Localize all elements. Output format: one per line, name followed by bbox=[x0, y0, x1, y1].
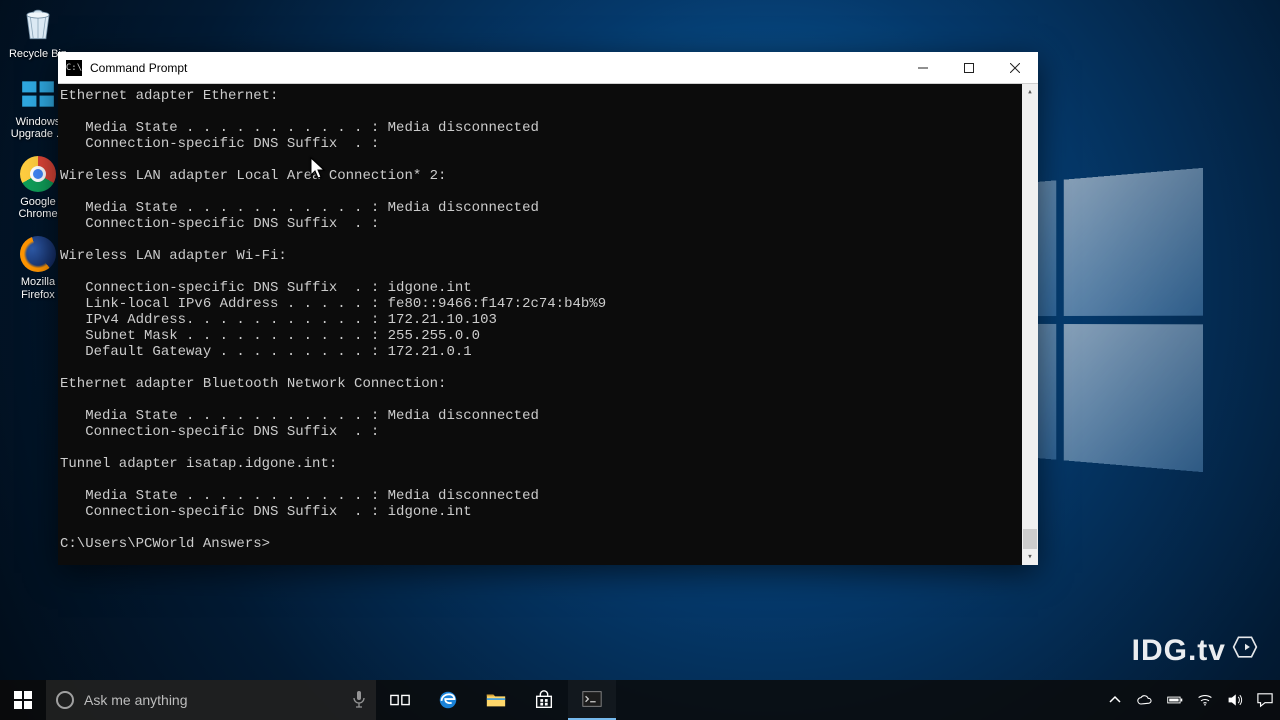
windows-upgrade-icon bbox=[18, 74, 58, 114]
close-button[interactable] bbox=[992, 52, 1038, 83]
terminal-output-area[interactable]: Ethernet adapter Ethernet: Media State .… bbox=[58, 84, 1038, 565]
firefox-icon bbox=[18, 234, 58, 274]
task-view-button[interactable] bbox=[376, 680, 424, 720]
minimize-button[interactable] bbox=[900, 52, 946, 83]
cmd-app-icon: C:\ bbox=[66, 60, 82, 76]
taskbar-store[interactable] bbox=[520, 680, 568, 720]
command-prompt-window: C:\ Command Prompt Ethernet adapter Ethe… bbox=[58, 52, 1038, 565]
desktop-icon-label: Mozilla Firefox bbox=[21, 276, 55, 300]
cortana-icon bbox=[56, 691, 74, 709]
microphone-icon[interactable] bbox=[352, 690, 366, 711]
taskbar-file-explorer[interactable] bbox=[472, 680, 520, 720]
scroll-down-arrow[interactable]: ▾ bbox=[1022, 549, 1038, 565]
window-titlebar[interactable]: C:\ Command Prompt bbox=[58, 52, 1038, 84]
tray-onedrive-icon[interactable] bbox=[1130, 680, 1160, 720]
tray-wifi-icon[interactable] bbox=[1190, 680, 1220, 720]
terminal-output: Ethernet adapter Ethernet: Media State .… bbox=[60, 88, 606, 552]
desktop-icon-label: Google Chrome bbox=[18, 196, 57, 220]
cortana-search-box[interactable]: Ask me anything bbox=[46, 680, 376, 720]
taskbar-command-prompt[interactable] bbox=[568, 680, 616, 720]
search-placeholder: Ask me anything bbox=[84, 692, 344, 708]
recycle-bin-icon bbox=[18, 6, 58, 46]
start-button[interactable] bbox=[0, 680, 46, 720]
vertical-scrollbar[interactable]: ▴▾ bbox=[1022, 84, 1038, 565]
system-tray bbox=[1100, 680, 1280, 720]
tray-chevron-up-icon[interactable] bbox=[1100, 680, 1130, 720]
tray-battery-icon[interactable] bbox=[1160, 680, 1190, 720]
taskbar-edge[interactable] bbox=[424, 680, 472, 720]
tray-notifications-icon[interactable] bbox=[1250, 680, 1280, 720]
taskbar: Ask me anything bbox=[0, 680, 1280, 720]
chrome-icon bbox=[18, 154, 58, 194]
scroll-thumb[interactable] bbox=[1023, 529, 1037, 549]
tray-volume-icon[interactable] bbox=[1220, 680, 1250, 720]
scroll-up-arrow[interactable]: ▴ bbox=[1022, 84, 1038, 100]
maximize-button[interactable] bbox=[946, 52, 992, 83]
scroll-track[interactable] bbox=[1022, 100, 1038, 549]
idg-watermark: IDG.tv bbox=[1132, 634, 1258, 668]
window-title: Command Prompt bbox=[90, 61, 187, 75]
